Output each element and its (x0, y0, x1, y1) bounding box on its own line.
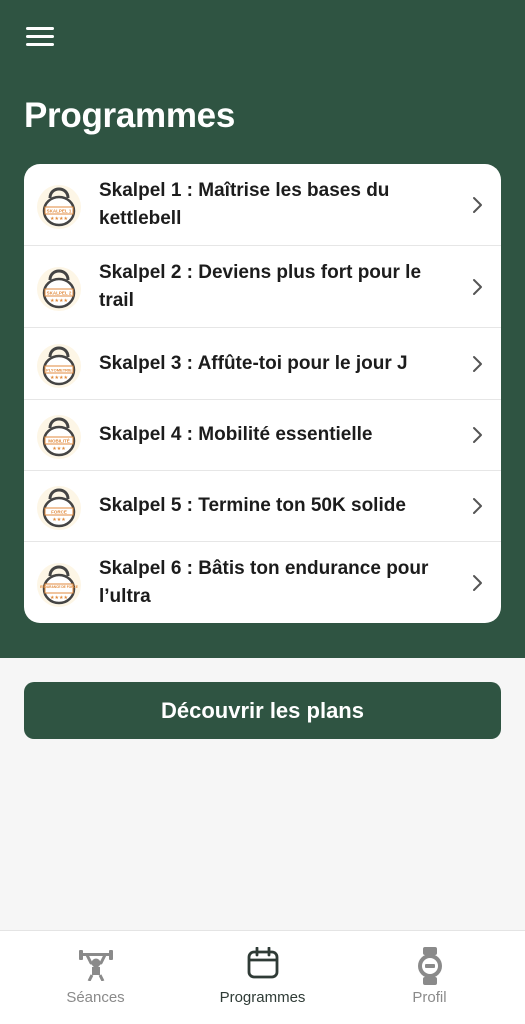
program-item-skalpel-3[interactable]: PLYOMETRIE ★★★★ Skalpel 3 : Affûte-toi p… (24, 328, 501, 400)
program-title: Skalpel 5 : Termine ton 50K solide (99, 495, 406, 516)
program-title: Skalpel 4 : Mobilité essentielle (99, 424, 373, 445)
header: Programmes SKALPEL 1 ★★★★ Skalpel 1 : Ma… (0, 0, 525, 658)
program-item-skalpel-1[interactable]: SKALPEL 1 ★★★★ Skalpel 1 : Maîtrise les … (24, 164, 501, 246)
tab-profil[interactable]: Profil (342, 931, 517, 1024)
tab-seances[interactable]: Séances (8, 931, 183, 1024)
program-item-skalpel-6[interactable]: ENDURANCE DE FORCE ★★★★ Skalpel 6 : Bâti… (24, 542, 501, 623)
chevron-right-icon (473, 575, 482, 591)
svg-text:★★★: ★★★ (52, 446, 66, 452)
svg-text:★★★★: ★★★★ (50, 216, 68, 222)
chevron-right-icon (473, 427, 482, 443)
program-item-skalpel-4[interactable]: MOBILITÉ ★★★ Skalpel 4 : Mobilité essent… (24, 400, 501, 471)
program-title: Skalpel 1 : Maîtrise les bases du kettle… (99, 179, 390, 229)
svg-text:SKALPEL 2: SKALPEL 2 (47, 290, 72, 295)
nav-label: Profil (412, 989, 447, 1006)
program-title: Skalpel 3 : Affûte-toi pour le jour J (99, 352, 408, 374)
bottom-nav: Séances Programmes Profil (0, 930, 525, 1024)
svg-text:★★★: ★★★ (52, 517, 66, 523)
svg-text:FORCE: FORCE (51, 510, 67, 515)
watch-icon (417, 947, 442, 985)
program-item-skalpel-5[interactable]: FORCE ★★★ Skalpel 5 : Termine ton 50K so… (24, 471, 501, 542)
svg-text:★★★★: ★★★★ (50, 375, 68, 381)
nav-label: Programmes (219, 989, 306, 1006)
kettlebell-badge-icon: FORCE ★★★ (37, 486, 81, 530)
hamburger-menu-icon[interactable] (26, 26, 56, 48)
calendar-icon (247, 947, 278, 979)
kettlebell-badge-icon: ENDURANCE DE FORCE ★★★★ (37, 563, 81, 607)
svg-text:SKALPEL 1: SKALPEL 1 (47, 208, 72, 213)
discover-plans-button[interactable]: Découvrir les plans (24, 682, 501, 739)
program-item-skalpel-2[interactable]: SKALPEL 2 ★★★★ Skalpel 2 : Deviens plus … (24, 246, 501, 328)
weightlifter-icon (78, 950, 113, 981)
svg-text:MOBILITÉ: MOBILITÉ (48, 437, 70, 444)
chevron-right-icon (473, 196, 482, 213)
kettlebell-badge-icon: PLYOMETRIE ★★★★ (37, 343, 81, 388)
chevron-right-icon (473, 355, 482, 372)
kettlebell-badge-icon: SKALPEL 1 ★★★★ (37, 184, 81, 229)
kettlebell-badge-icon: MOBILITÉ ★★★ (37, 415, 81, 459)
page-title: Programmes (24, 96, 235, 135)
svg-text:PLYOMETRIE: PLYOMETRIE (46, 367, 72, 372)
program-title: Skalpel 2 : Deviens plus fort pour le tr… (99, 261, 422, 311)
svg-text:ENDURANCE DE FORCE: ENDURANCE DE FORCE (40, 585, 78, 589)
nav-label: Séances (66, 989, 125, 1006)
chevron-right-icon (473, 498, 482, 514)
chevron-right-icon (473, 278, 482, 295)
tab-programmes[interactable]: Programmes (175, 931, 350, 1024)
program-list: SKALPEL 1 ★★★★ Skalpel 1 : Maîtrise les … (24, 164, 501, 623)
program-title: Skalpel 6 : Bâtis ton endurance pour l’u… (99, 558, 429, 607)
svg-text:★★★★: ★★★★ (50, 595, 68, 601)
svg-text:★★★★: ★★★★ (50, 298, 68, 304)
kettlebell-badge-icon: SKALPEL 2 ★★★★ (37, 266, 81, 311)
